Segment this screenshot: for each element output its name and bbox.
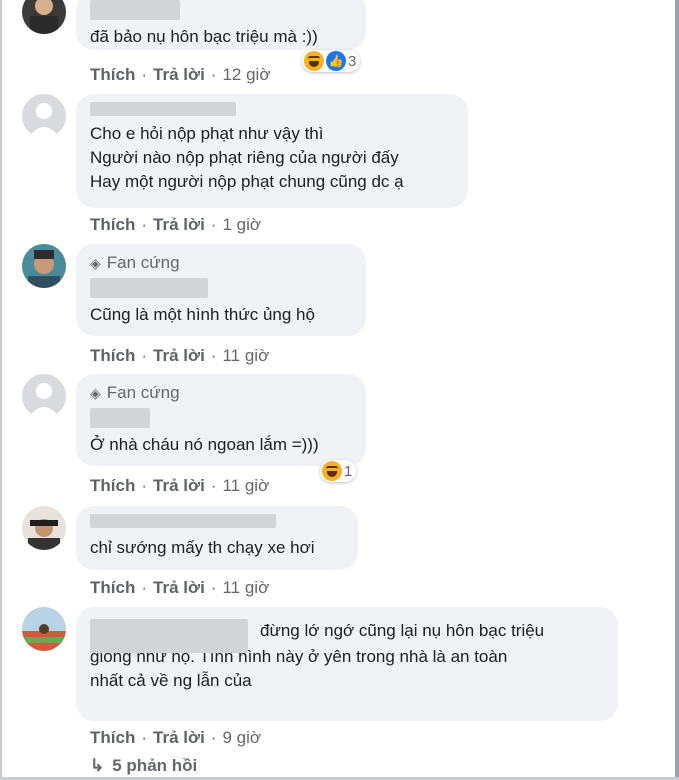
avatar[interactable] [22, 0, 66, 34]
replies-count-label: 5 phản hồi [112, 756, 198, 775]
fan-badge: ◈ Fan cứng [90, 253, 180, 272]
reply-arrow-icon: ↳ [90, 756, 105, 775]
haha-emoji-icon [304, 51, 324, 71]
avatar[interactable] [22, 244, 66, 288]
avatar[interactable] [22, 607, 66, 651]
comment-text: Ở nhà cháu nó ngoan lắm =))) [90, 435, 319, 454]
comment-bubble: ◈ Fan cứng Ở nhà cháu nó ngoan lắm =))) [76, 374, 366, 466]
haha-emoji-icon [322, 461, 342, 481]
like-button[interactable]: Thích [90, 476, 135, 496]
comment-time[interactable]: 11 giờ [222, 476, 269, 496]
window-border-left [0, 0, 2, 780]
diamond-icon: ◈ [90, 384, 101, 401]
like-button[interactable]: Thích [90, 215, 135, 235]
commenter-name-blurred [90, 102, 236, 116]
scrollbar[interactable] [675, 0, 679, 780]
reply-button[interactable]: Trả lời [153, 65, 205, 85]
commenter-name-blurred [90, 0, 180, 20]
comment-text: chỉ sướng mấy th chạy xe hơi [90, 538, 315, 557]
like-button[interactable]: Thích [90, 65, 135, 85]
comment-time[interactable]: 9 giờ [222, 728, 261, 748]
comment-text: Cho e hỏi nộp phạt như vậy thì [90, 124, 324, 143]
avatar[interactable] [22, 506, 66, 550]
fan-badge: ◈ Fan cứng [90, 383, 180, 402]
like-thumb-icon: 👍 [326, 51, 346, 71]
like-button[interactable]: Thích [90, 578, 135, 598]
comment-text: đừng lớ ngớ cũng lại nụ hôn bạc triệu [260, 621, 545, 640]
reply-button[interactable]: Trả lời [153, 346, 205, 366]
comment-time[interactable]: 12 giờ [222, 65, 270, 85]
reply-button[interactable]: Trả lời [153, 578, 205, 598]
commenter-name-blurred [90, 278, 208, 298]
comment-time[interactable]: 1 giờ [222, 215, 261, 235]
comment-time[interactable]: 11 giờ [222, 578, 269, 598]
avatar[interactable] [22, 374, 66, 418]
comment-text: Hay một người nộp phạt chung cũng dc ạ [90, 172, 404, 191]
comment-actions: Thích · Trả lời · 12 giờ [90, 65, 271, 85]
commenter-name-blurred [90, 514, 276, 528]
comment-bubble: Cho e hỏi nộp phạt như vậy thì Người nào… [76, 94, 468, 208]
comment-text: đã bảo nụ hôn bạc triệu mà :)) [90, 27, 318, 46]
comment-text: Cũng là một hình thức ủng hộ [90, 305, 315, 324]
reaction-count: 1 [344, 462, 353, 480]
reply-button[interactable]: Trả lời [153, 215, 205, 235]
commenter-name-blurred [90, 619, 248, 653]
reply-button[interactable]: Trả lời [153, 728, 205, 748]
comment-bubble: chỉ sướng mấy th chạy xe hơi [76, 506, 358, 570]
comment-actions: Thích · Trả lời · 1 giờ [90, 215, 262, 235]
comment-actions: Thích · Trả lời · 9 giờ [90, 728, 262, 748]
reply-button[interactable]: Trả lời [153, 476, 205, 496]
avatar[interactable] [22, 94, 66, 138]
like-button[interactable]: Thích [90, 728, 135, 748]
view-replies-link[interactable]: ↳ 5 phản hồi [90, 756, 197, 776]
like-button[interactable]: Thích [90, 346, 135, 366]
comment-time[interactable]: 11 giờ [222, 346, 269, 366]
reaction-summary[interactable]: 1 [320, 460, 357, 482]
comment-text: nhất cả về ng lẫn của [90, 671, 252, 690]
diamond-icon: ◈ [90, 254, 101, 271]
comment-actions: Thích · Trả lời · 11 giờ [90, 476, 270, 496]
reaction-summary[interactable]: 👍 3 [302, 50, 361, 72]
comment-bubble: ◈ Fan cứng Cũng là một hình thức ủng hộ [76, 244, 366, 336]
commenter-name-blurred [90, 408, 150, 428]
comment-actions: Thích · Trả lời · 11 giờ [90, 578, 270, 598]
comment-bubble: đừng lớ ngớ cũng lại nụ hôn bạc triệu gi… [76, 607, 618, 721]
comment-bubble: đã bảo nụ hôn bạc triệu mà :)) [76, 0, 366, 50]
comment-actions: Thích · Trả lời · 11 giờ [90, 346, 270, 366]
reaction-count: 3 [348, 52, 357, 70]
comment-text: Người nào nộp phạt riêng của người đấy [90, 148, 399, 167]
